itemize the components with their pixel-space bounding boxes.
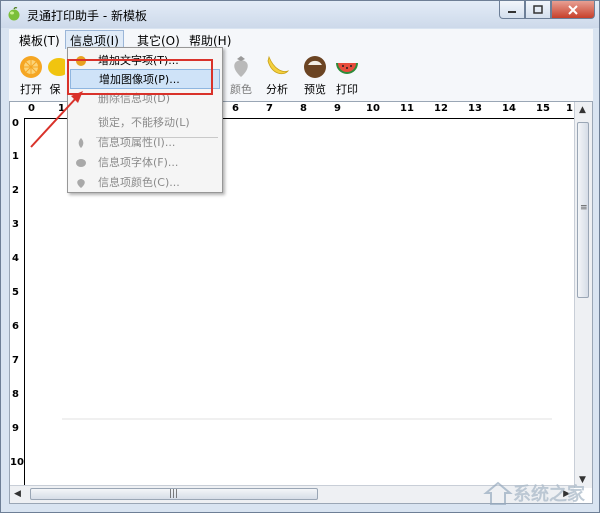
menu-lock-item[interactable]: 锁定，不能移动(L) [70, 113, 220, 133]
menu-item-font[interactable]: 信息项字体(F)... [70, 153, 220, 173]
ruler-left-tick: 5 [12, 287, 19, 298]
close-button[interactable] [551, 1, 595, 19]
app-window: 灵通打印助手 - 新模板 模板(T) 信息项(I) 其它(O) 帮助(H) 打开… [0, 0, 600, 513]
watermark: 系统之家 [483, 480, 585, 506]
ruler-left-tick: 1 [12, 151, 19, 162]
menu-bar: 模板(T) 信息项(I) 其它(O) 帮助(H) [9, 29, 593, 51]
ruler-top-tick: 13 [468, 103, 482, 114]
highlight-annotation-box [67, 59, 213, 95]
strawberry-icon [234, 56, 248, 77]
lemon-icon [48, 58, 65, 76]
maximize-icon [533, 5, 543, 14]
ruler-left-tick: 4 [12, 253, 19, 264]
minimize-button[interactable] [499, 1, 525, 19]
menu-item-properties-label: 信息项属性(I)... [98, 136, 176, 149]
coconut-icon [304, 56, 326, 78]
ruler-left-tick: 2 [12, 185, 19, 196]
ruler-top-tick: 15 [536, 103, 550, 114]
save-button[interactable]: 保 [45, 53, 65, 97]
menu-item-properties[interactable]: 信息项属性(I)... [70, 133, 220, 153]
ruler-top-tick: 6 [232, 103, 239, 114]
menu-template[interactable]: 模板(T) [15, 31, 64, 50]
ruler-top-tick: 1 [58, 103, 65, 114]
watermark-logo-icon [483, 481, 513, 505]
vertical-ruler: 0 1 2 3 4 5 6 7 8 9 10 [10, 118, 25, 488]
ruler-top-tick: 0 [28, 103, 35, 114]
menu-item-font-label: 信息项字体(F)... [98, 156, 179, 169]
ruler-left-tick: 3 [12, 219, 19, 230]
ruler-left-tick: 0 [12, 118, 19, 129]
ruler-top-tick: 8 [300, 103, 307, 114]
window-title: 灵通打印助手 - 新模板 [27, 9, 147, 23]
menu-item-color[interactable]: 信息项颜色(C)... [70, 173, 220, 193]
app-logo-icon [8, 7, 20, 21]
ruler-top-tick: 7 [266, 103, 273, 114]
ruler-top-tick: 10 [366, 103, 380, 114]
faint-guide-line [62, 418, 552, 420]
watermelon-icon [336, 63, 358, 74]
print-label: 打印 [336, 83, 358, 96]
menu-lock-item-label: 锁定，不能移动(L) [98, 116, 190, 129]
orange-icon [20, 56, 42, 78]
menu-item-color-label: 信息项颜色(C)... [98, 176, 180, 189]
fruit-icon [76, 159, 86, 167]
scroll-up-icon[interactable]: ▲ [579, 105, 586, 115]
color-label: 颜色 [230, 83, 252, 96]
watermark-text: 系统之家 [513, 484, 585, 505]
ruler-top-tick: 11 [400, 103, 414, 114]
horizontal-scroll-thumb[interactable]: ||| [30, 488, 318, 500]
ruler-left-tick: 10 [10, 457, 24, 468]
ruler-left-tick: 8 [12, 389, 19, 400]
analyze-label: 分析 [266, 83, 288, 96]
ruler-left-tick: 7 [12, 355, 19, 366]
grip-icon: ≡ [580, 203, 588, 213]
minimize-icon [508, 10, 516, 13]
ruler-top-tick: 12 [434, 103, 448, 114]
print-button[interactable]: 打印 [327, 53, 367, 97]
ruler-top-tick: 1 [566, 103, 573, 114]
vertical-scroll-thumb[interactable]: ≡ [577, 122, 589, 298]
ruler-left-tick: 9 [12, 423, 19, 434]
analyze-button[interactable]: 分析 [257, 53, 297, 97]
title-bar[interactable]: 灵通打印助手 - 新模板 [1, 1, 599, 28]
strawberry-icon [77, 179, 85, 188]
grip-icon: ||| [169, 489, 179, 499]
close-icon [568, 4, 578, 15]
maximize-button[interactable] [525, 1, 551, 19]
pear-icon [78, 138, 84, 148]
ruler-top-tick: 9 [334, 103, 341, 114]
ruler-left-tick: 6 [12, 321, 19, 332]
vertical-scrollbar[interactable]: ▲ ≡ ▼ [574, 102, 592, 488]
scroll-left-icon[interactable]: ◀ [14, 489, 21, 499]
color-button[interactable]: 颜色 [221, 53, 261, 97]
banana-icon [267, 55, 290, 75]
ruler-top-tick: 14 [502, 103, 516, 114]
save-label: 保 [49, 83, 61, 96]
